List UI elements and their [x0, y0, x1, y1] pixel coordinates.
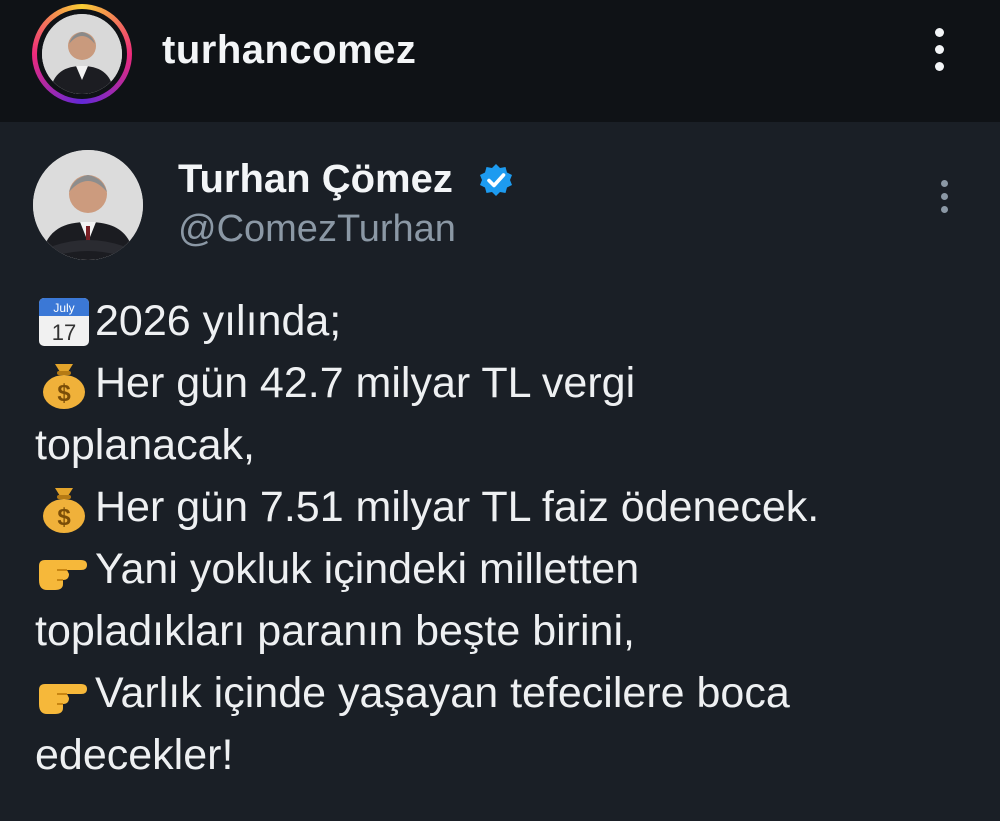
svg-text:$: $: [57, 504, 71, 531]
instagram-header: turhancomez: [0, 0, 1000, 122]
tweet-line: edecekler!: [35, 724, 975, 786]
calendar-icon: July 17: [35, 292, 93, 350]
tweet-line: Yani yokluk içindeki milletten: [35, 538, 975, 600]
story-avatar[interactable]: [32, 4, 132, 104]
tweet-line-text: edecekler!: [35, 731, 234, 779]
tweet-line-text: Varlık içinde yaşayan tefecilere boca: [95, 669, 790, 717]
tweet-line-text: Her gün 42.7 milyar TL vergi: [95, 359, 636, 407]
pointing-hand-icon: [35, 540, 93, 598]
pointing-hand-icon: [35, 664, 93, 722]
tweet-line: July 17 2026 yılında;: [35, 290, 975, 352]
svg-text:$: $: [57, 380, 71, 407]
tweet-more-icon[interactable]: [935, 180, 953, 220]
tweet-avatar[interactable]: [33, 150, 143, 260]
profile-photo-icon: [42, 14, 122, 94]
tweet-line-text: Her gün 7.51 milyar TL faiz ödenecek.: [95, 483, 820, 531]
verified-badge-icon: [478, 162, 514, 198]
tweet-line: topladıkları paranın beşte birini,: [35, 600, 975, 662]
tweet-line-text: 2026 yılında;: [95, 297, 342, 345]
tweet-line: $ Her gün 7.51 milyar TL faiz ödenecek.: [35, 476, 975, 538]
money-bag-icon: $: [35, 354, 93, 412]
tweet-line: $ Her gün 42.7 milyar TL vergi: [35, 352, 975, 414]
tweet-handle[interactable]: @ComezTurhan: [178, 208, 456, 251]
tweet-line: toplanacak,: [35, 414, 975, 476]
money-bag-icon: $: [35, 478, 93, 536]
tweet-body: July 17 2026 yılında; $ Her gün 42.7 mil…: [35, 290, 975, 786]
tweet-line: Varlık içinde yaşayan tefecilere boca: [35, 662, 975, 724]
more-options-icon[interactable]: [925, 28, 953, 76]
tweet-line-text: Yani yokluk içindeki milletten: [95, 545, 640, 593]
calendar-month: July: [53, 301, 74, 315]
tweet-line-text: topladıkları paranın beşte birini,: [35, 607, 635, 655]
tweet-author-name[interactable]: Turhan Çömez: [178, 157, 453, 202]
tweet-line-text: toplanacak,: [35, 421, 255, 469]
instagram-username[interactable]: turhancomez: [162, 28, 416, 73]
calendar-day: 17: [52, 320, 76, 345]
